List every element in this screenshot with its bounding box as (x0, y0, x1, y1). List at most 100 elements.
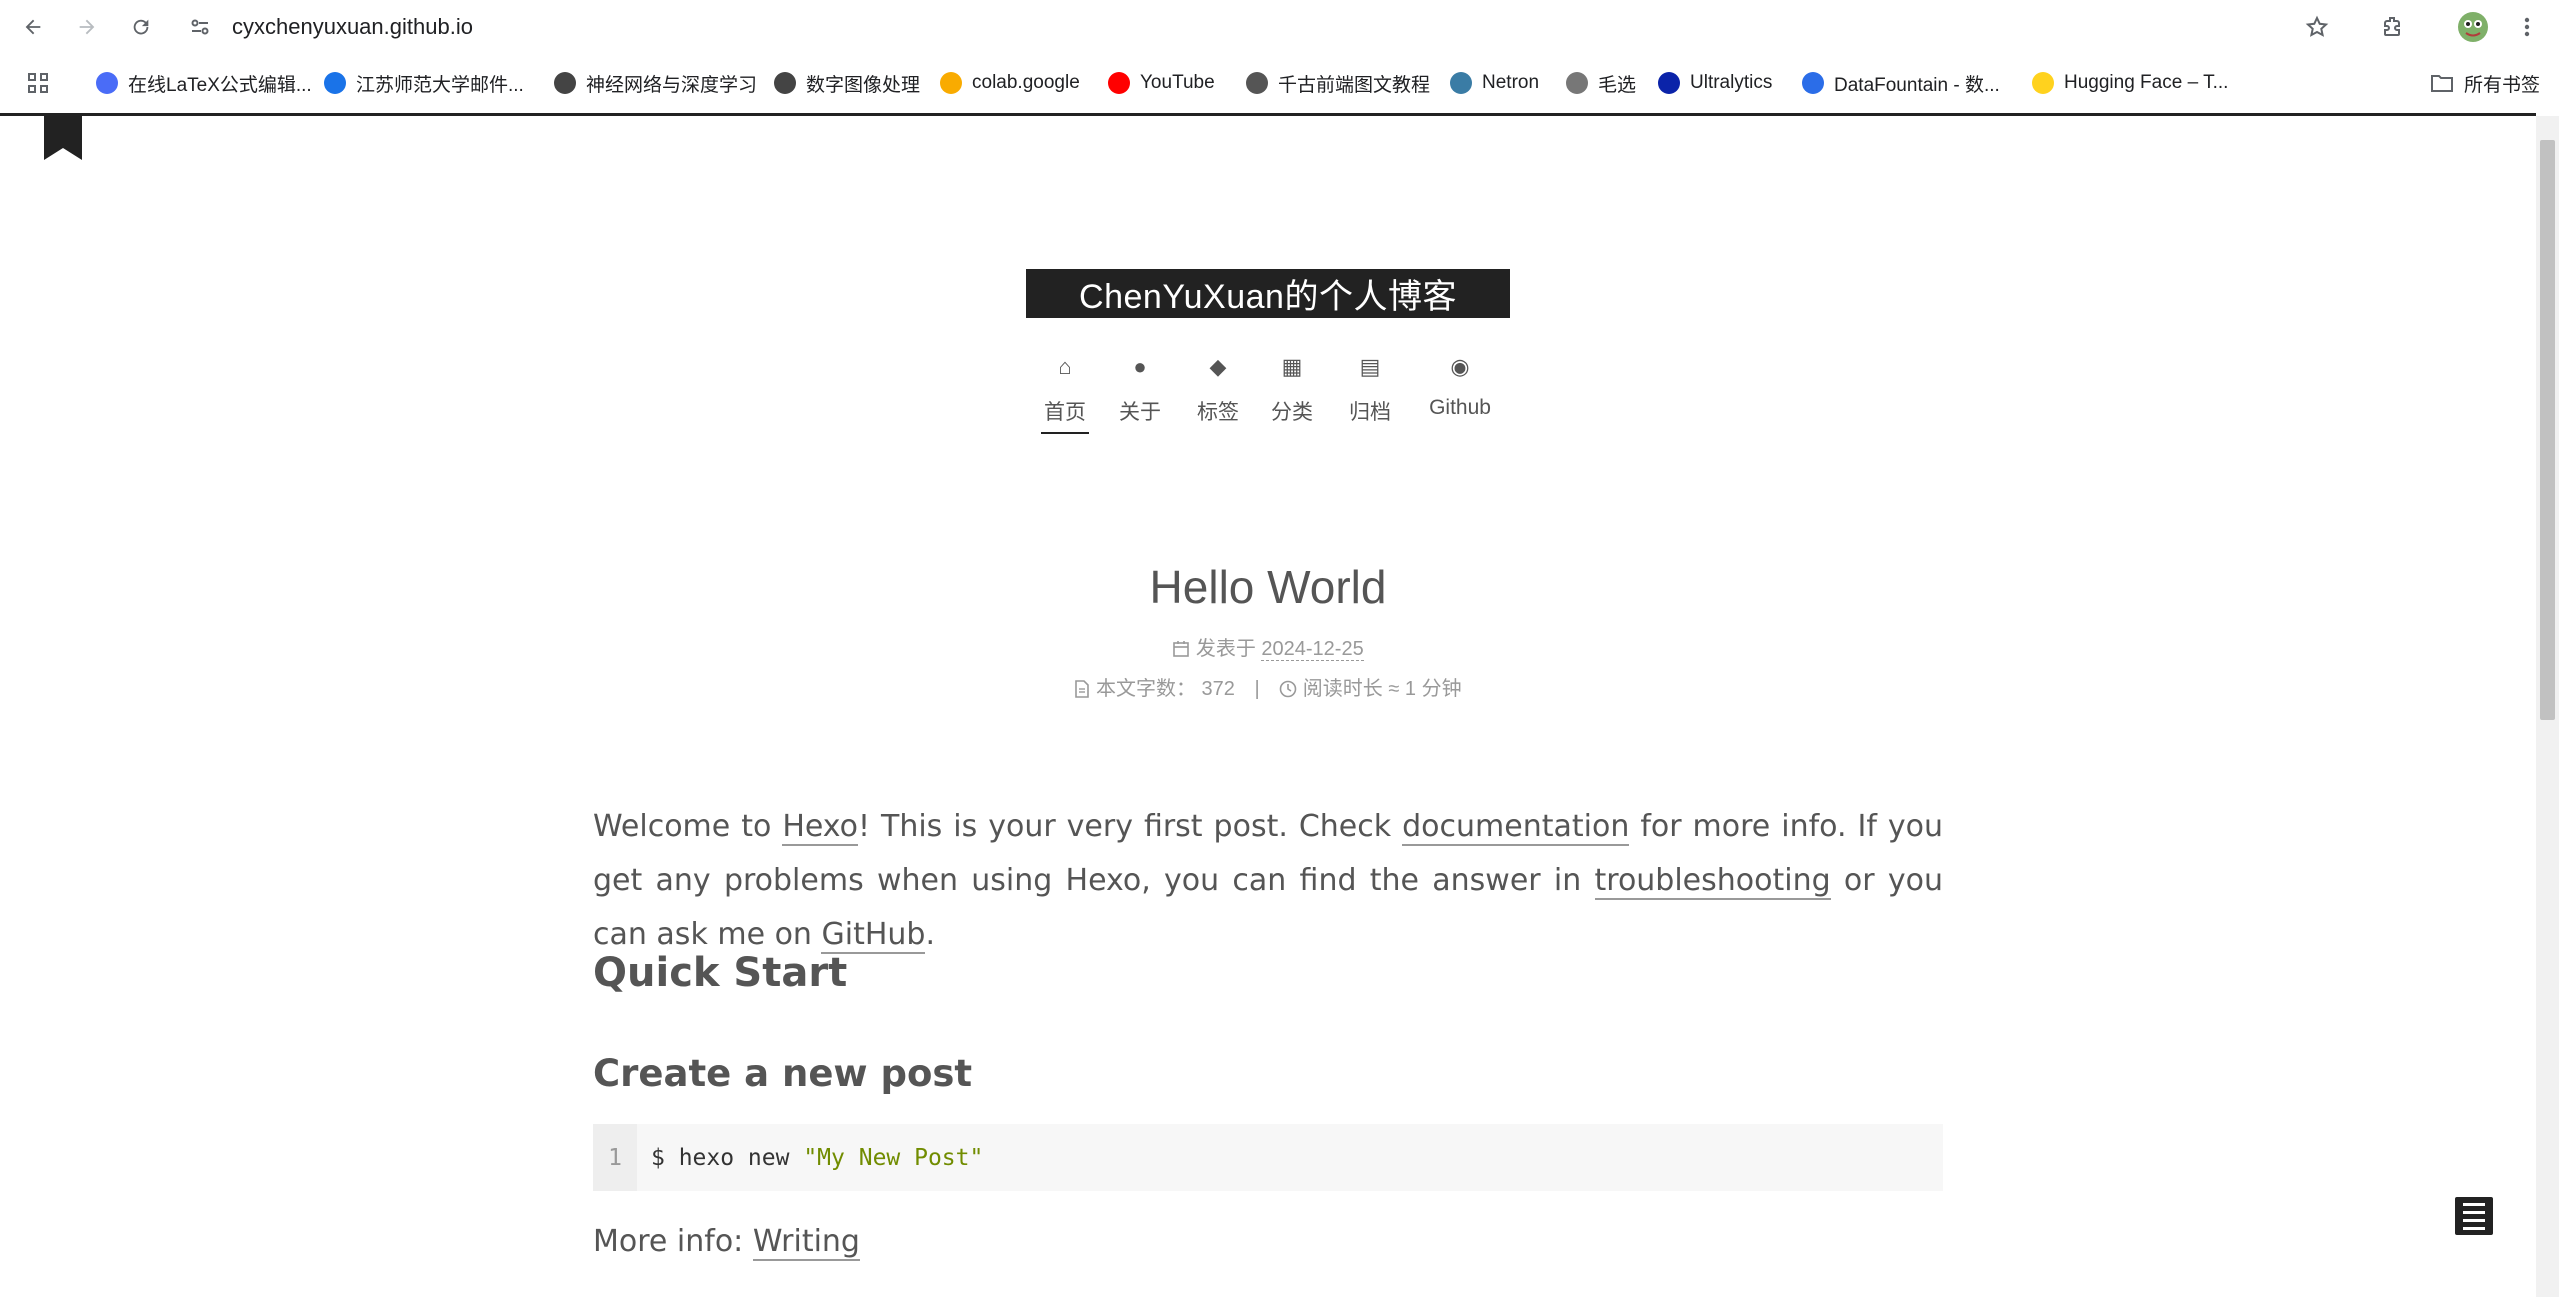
colab-icon (940, 72, 962, 94)
star-icon[interactable] (2298, 8, 2336, 46)
tags-icon: ◆ (1209, 354, 1227, 379)
bookmark-label: Netron (1482, 72, 1540, 93)
menu-label: 关于 (1119, 401, 1161, 424)
mail-icon (324, 72, 346, 94)
code-line: $ hexo new "My New Post" (637, 1124, 983, 1191)
calendar-icon (1172, 638, 1196, 660)
bookmark-item[interactable]: 神经网络与深度学习 (554, 68, 757, 98)
user-icon: ● (1133, 354, 1147, 379)
menu-label: 归档 (1349, 401, 1391, 424)
code-block: 1 $ hexo new "My New Post" (593, 1124, 1943, 1191)
more-menu-icon[interactable] (2508, 8, 2546, 46)
folder-icon (2431, 75, 2453, 92)
site-brand[interactable]: ChenYuXuan的个人博客 (1026, 269, 1510, 318)
bookmark-item[interactable]: 江苏师范大学邮件... (324, 68, 524, 98)
th-icon: ▦ (1281, 354, 1303, 379)
browser-toolbar: cyxchenyuxuan.github.io (0, 0, 2559, 54)
menu-label: Github (1429, 396, 1491, 419)
site-icon (774, 72, 796, 94)
bookmark-label: Hugging Face – T... (2064, 72, 2229, 93)
home-icon: ⌂ (1058, 354, 1072, 379)
archive-icon: ▤ (1359, 354, 1381, 379)
site-menu: ⌂ 首页 ● 关于 ◆ 标签 ▦ 分类 ▤ 归档 ◉ Github (0, 352, 2536, 434)
bookmarks-bar: 在线LaTeX公式编辑... 江苏师范大学邮件... 神经网络与深度学习 数字图像处理… (0, 62, 2559, 104)
image-icon (1566, 72, 1588, 94)
ultralytics-icon (1658, 72, 1680, 94)
file-word-icon (1074, 678, 1096, 700)
readtime-label: 阅读时长 ≈ (1302, 678, 1400, 700)
site-icon (554, 72, 576, 94)
netron-icon (1450, 72, 1472, 94)
documentation-link[interactable]: documentation (1402, 809, 1630, 846)
post-body: Welcome to Hexo! This is your very first… (593, 800, 1943, 1261)
menu-label: 标签 (1197, 401, 1239, 424)
bookmark-label: 江苏师范大学邮件... (356, 74, 524, 96)
bookmark-item[interactable]: 在线LaTeX公式编辑... (96, 68, 312, 98)
heading-create-post: Create a new post (593, 1052, 973, 1095)
code-line-number: 1 (593, 1124, 637, 1191)
all-bookmarks-label: 所有书签 (2464, 74, 2541, 96)
troubleshooting-link[interactable]: troubleshooting (1594, 863, 1831, 900)
bookmark-item[interactable]: YouTube (1108, 68, 1215, 98)
menu-label: 首页 (1041, 396, 1089, 434)
apps-grid-icon[interactable] (26, 68, 50, 98)
posted-label: 发表于 (1195, 638, 1256, 660)
extensions-icon[interactable] (2374, 8, 2412, 46)
code-string: "My New Post" (803, 1144, 984, 1171)
bookmark-item[interactable]: DataFountain - 数... (1802, 68, 2000, 98)
bookmark-label: 毛选 (1598, 74, 1637, 96)
menu-item-2[interactable]: ◆ 标签 (1190, 352, 1246, 426)
menu-item-5[interactable]: ◉ Github (1424, 352, 1496, 420)
writing-link[interactable]: Writing (752, 1224, 860, 1261)
bookmark-item[interactable]: Hugging Face – T... (2032, 68, 2228, 98)
intro-text-5: . (925, 917, 935, 952)
hugging-face-icon (2032, 72, 2054, 94)
github-link[interactable]: GitHub (821, 917, 926, 954)
bookmark-item[interactable]: 千古前端图文教程 (1246, 68, 1430, 98)
datafountain-icon (1802, 72, 1824, 94)
more-info-label: More info: (593, 1224, 753, 1259)
bookmark-label: 千古前端图文教程 (1278, 74, 1431, 96)
more-info-paragraph: More info: Writing (593, 1224, 860, 1261)
bookmark-label: DataFountain - 数... (1834, 74, 2000, 96)
all-bookmarks-folder[interactable]: 所有书签 (2430, 68, 2540, 98)
profile-avatar[interactable] (2454, 8, 2492, 46)
bookmark-ribbon-icon[interactable] (44, 116, 82, 160)
intro-text-1: Welcome to (593, 809, 783, 844)
bookmark-label: colab.google (972, 72, 1080, 93)
scroll-thumb[interactable] (2540, 140, 2555, 720)
menu-item-4[interactable]: ▤ 归档 (1344, 352, 1396, 426)
bookmark-label: Ultralytics (1690, 72, 1773, 93)
bookmark-item[interactable]: Netron (1450, 68, 1539, 98)
intro-text-2: ! This is your very first post. Check (858, 809, 1403, 844)
bookmark-item[interactable]: 数字图像处理 (774, 68, 920, 98)
post-title: Hello World (1149, 561, 1387, 613)
menu-label: 分类 (1271, 401, 1313, 424)
bookmark-label: 神经网络与深度学习 (586, 74, 758, 96)
post-meta-date: 发表于 2024-12-25 (0, 632, 2536, 661)
clock-icon (1279, 678, 1303, 700)
bookmark-item[interactable]: colab.google (940, 68, 1080, 98)
readtime-value: 1 分钟 (1404, 678, 1462, 700)
meta-separator: | (1254, 678, 1260, 700)
menu-item-0[interactable]: ⌂ 首页 (1041, 352, 1089, 434)
youtube-icon (1108, 72, 1130, 94)
globe-icon (1246, 72, 1268, 94)
post-date: 2024-12-25 (1261, 638, 1364, 661)
menu-item-1[interactable]: ● 关于 (1116, 352, 1164, 426)
bookmark-label: 在线LaTeX公式编辑... (128, 74, 312, 96)
page-scrollbar[interactable] (2536, 116, 2559, 1297)
wordcount-label: 本文字数： (1095, 678, 1196, 700)
wordcount-value: 372 (1201, 678, 1235, 700)
bookmark-item[interactable]: 毛选 (1566, 68, 1636, 98)
menu-item-3[interactable]: ▦ 分类 (1268, 352, 1316, 426)
code-command: $ hexo new (651, 1144, 804, 1171)
sidebar-toggle-button[interactable] (2455, 1197, 2493, 1235)
post-meta-stats: 本文字数： 372 | 阅读时长 ≈ 1 分钟 (0, 672, 2536, 701)
toolbar-right (0, 8, 2559, 46)
hexo-link[interactable]: Hexo (782, 809, 858, 846)
github-icon: ◉ (1450, 354, 1470, 379)
bookmark-item[interactable]: Ultralytics (1658, 68, 1772, 98)
bookmark-label: 数字图像处理 (806, 74, 921, 96)
latex-icon (96, 72, 118, 94)
